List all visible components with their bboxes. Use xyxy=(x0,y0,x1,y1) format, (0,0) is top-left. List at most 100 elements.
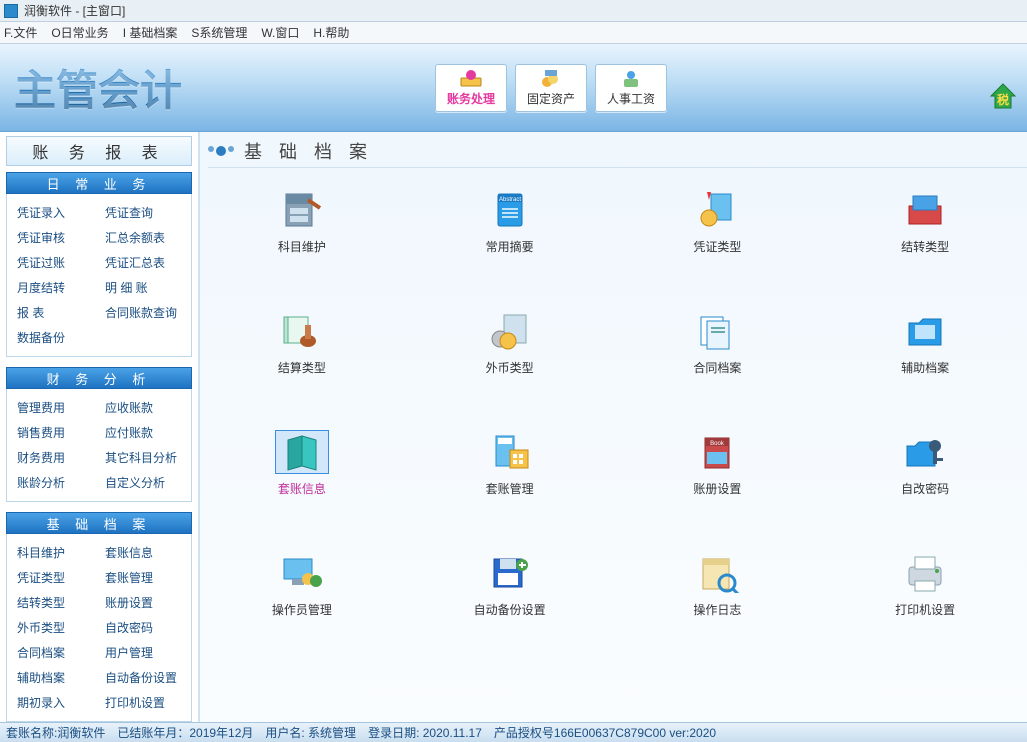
sidebar-link[interactable]: 凭证审核 xyxy=(11,225,99,250)
main-area: 账 务 报 表 日 常 业 务凭证录入凭证查询凭证审核汇总余额表凭证过账凭证汇总… xyxy=(0,132,1027,722)
sidebar-link[interactable]: 凭证类型 xyxy=(11,565,99,590)
accounting-icon xyxy=(459,68,483,88)
banner-btn-label: 固定资产 xyxy=(527,90,575,107)
svg-text:Book: Book xyxy=(711,441,726,447)
grid-item-label: 套账管理 xyxy=(486,480,534,497)
grid-item-bluebook[interactable]: Abstract常用摘要 xyxy=(460,188,560,255)
grid-item-redbox[interactable]: 结转类型 xyxy=(875,188,975,255)
grid-item-label: 外币类型 xyxy=(486,359,534,376)
printer-icon xyxy=(898,551,952,595)
sidebar-section-header[interactable]: 基 础 档 案 xyxy=(6,512,192,534)
sidebar-link[interactable]: 自动备份设置 xyxy=(99,665,187,690)
grid-item-label: 合同档案 xyxy=(693,359,741,376)
sidebar-top-header[interactable]: 账 务 报 表 xyxy=(6,136,192,166)
grid-item-log[interactable]: 操作日志 xyxy=(667,551,767,618)
content-header: 基 础 档 案 xyxy=(208,138,1027,168)
grid-item-calc[interactable]: 套账管理 xyxy=(460,430,560,497)
sidebar-link[interactable]: 账龄分析 xyxy=(11,470,99,495)
menu-system[interactable]: S系统管理 xyxy=(191,24,247,41)
sidebar-link-grid: 管理费用应收账款销售费用应付账款财务费用其它科目分析账龄分析自定义分析 xyxy=(6,389,192,502)
sidebar-link[interactable]: 汇总余额表 xyxy=(99,225,187,250)
grid-item-label: 账册设置 xyxy=(693,480,741,497)
grid-item-label: 辅助档案 xyxy=(901,359,949,376)
sidebar-link-grid: 凭证录入凭证查询凭证审核汇总余额表凭证过账凭证汇总表月度结转明 细 账报 表合同… xyxy=(6,194,192,357)
sidebar-link[interactable]: 科目维护 xyxy=(11,540,99,565)
cabinet-icon xyxy=(275,188,329,232)
sidebar-link[interactable]: 应收账款 xyxy=(99,395,187,420)
title-bar: 润衡软件 - [主窗口] xyxy=(0,0,1027,22)
calc-icon xyxy=(483,430,537,474)
floppy-icon xyxy=(483,551,537,595)
sidebar-link[interactable]: 自定义分析 xyxy=(99,470,187,495)
sidebar-link[interactable]: 应付账款 xyxy=(99,420,187,445)
menu-file[interactable]: F.文件 xyxy=(4,24,37,41)
grid-item-floppy[interactable]: 自动备份设置 xyxy=(460,551,560,618)
grid-item-label: 结算类型 xyxy=(278,359,326,376)
banner-btn-accounting[interactable]: 账务处理 xyxy=(435,64,507,112)
grid-item-cabinet[interactable]: 科目维护 xyxy=(252,188,352,255)
sidebar-section-header[interactable]: 财 务 分 析 xyxy=(6,367,192,389)
grid-item-coins[interactable]: 外币类型 xyxy=(460,309,560,376)
coins-icon xyxy=(483,309,537,353)
sidebar: 账 务 报 表 日 常 业 务凭证录入凭证查询凭证审核汇总余额表凭证过账凭证汇总… xyxy=(0,132,200,722)
menu-help[interactable]: H.帮助 xyxy=(313,24,349,41)
grid-item-label: 操作日志 xyxy=(693,601,741,618)
grid-item-label: 凭证类型 xyxy=(693,238,741,255)
banner-btn-hr[interactable]: 人事工资 xyxy=(595,64,667,112)
sidebar-link[interactable]: 套账管理 xyxy=(99,565,187,590)
grid-item-tealbook[interactable]: 套账信息 xyxy=(252,430,352,497)
sidebar-link[interactable]: 销售费用 xyxy=(11,420,99,445)
window-title: 润衡软件 - [主窗口] xyxy=(24,2,125,19)
grid-item-book[interactable]: Book 账册设置 xyxy=(667,430,767,497)
sidebar-link[interactable]: 月度结转 xyxy=(11,275,99,300)
tax-icon[interactable]: 税 xyxy=(989,82,1017,110)
sidebar-link[interactable]: 凭证过账 xyxy=(11,250,99,275)
grid-item-printer[interactable]: 打印机设置 xyxy=(875,551,975,618)
contract-icon xyxy=(690,309,744,353)
log-icon xyxy=(690,551,744,595)
sidebar-link[interactable]: 结转类型 xyxy=(11,590,99,615)
book-icon: Book xyxy=(690,430,744,474)
menu-base[interactable]: I 基础档案 xyxy=(123,24,178,41)
grid-item-keyfolder[interactable]: 自改密码 xyxy=(875,430,975,497)
sidebar-link[interactable]: 自改密码 xyxy=(99,615,187,640)
sidebar-link[interactable]: 凭证查询 xyxy=(99,200,187,225)
grid-item-award[interactable]: 凭证类型 xyxy=(667,188,767,255)
grid-item-label: 套账信息 xyxy=(278,480,326,497)
grid-item-users[interactable]: 操作员管理 xyxy=(252,551,352,618)
sidebar-link[interactable]: 打印机设置 xyxy=(99,690,187,715)
sidebar-link-grid: 科目维护套账信息凭证类型套账管理结转类型账册设置外币类型自改密码合同档案用户管理… xyxy=(6,534,192,722)
menu-daily[interactable]: O日常业务 xyxy=(51,24,108,41)
sidebar-link[interactable]: 其它科目分析 xyxy=(99,445,187,470)
sidebar-link[interactable]: 套账信息 xyxy=(99,540,187,565)
sidebar-link[interactable]: 合同账款查询 xyxy=(99,300,187,325)
sidebar-section-header[interactable]: 日 常 业 务 xyxy=(6,172,192,194)
sidebar-link[interactable]: 外币类型 xyxy=(11,615,99,640)
app-title: 主管会计 xyxy=(14,57,182,118)
grid-item-stamp[interactable]: 结算类型 xyxy=(252,309,352,376)
sidebar-link[interactable]: 用户管理 xyxy=(99,640,187,665)
sidebar-link[interactable]: 管理费用 xyxy=(11,395,99,420)
svg-text:税: 税 xyxy=(997,92,1009,107)
bluebook-icon: Abstract xyxy=(483,188,537,232)
sidebar-link[interactable]: 财务费用 xyxy=(11,445,99,470)
sidebar-link[interactable]: 凭证汇总表 xyxy=(99,250,187,275)
sidebar-link[interactable]: 数据备份 xyxy=(11,325,187,350)
grid-item-bluefolder[interactable]: 辅助档案 xyxy=(875,309,975,376)
app-icon xyxy=(4,4,18,18)
content-title: 基 础 档 案 xyxy=(244,138,373,164)
sidebar-link[interactable]: 账册设置 xyxy=(99,590,187,615)
grid-item-label: 结转类型 xyxy=(901,238,949,255)
stamp-icon xyxy=(275,309,329,353)
grid-item-label: 自改密码 xyxy=(901,480,949,497)
grid-item-contract[interactable]: 合同档案 xyxy=(667,309,767,376)
sidebar-link[interactable]: 明 细 账 xyxy=(99,275,187,300)
sidebar-link[interactable]: 凭证录入 xyxy=(11,200,99,225)
sidebar-link[interactable]: 辅助档案 xyxy=(11,665,99,690)
icon-grid: 科目维护 Abstract常用摘要凭证类型 结转类型结算类型 外币类型 合同档案 辅助档案… xyxy=(200,168,1027,638)
banner-btn-assets[interactable]: 固定资产 xyxy=(515,64,587,112)
sidebar-link[interactable]: 合同档案 xyxy=(11,640,99,665)
sidebar-link[interactable]: 期初录入 xyxy=(11,690,99,715)
menu-window[interactable]: W.窗口 xyxy=(261,24,299,41)
sidebar-link[interactable]: 报 表 xyxy=(11,300,99,325)
